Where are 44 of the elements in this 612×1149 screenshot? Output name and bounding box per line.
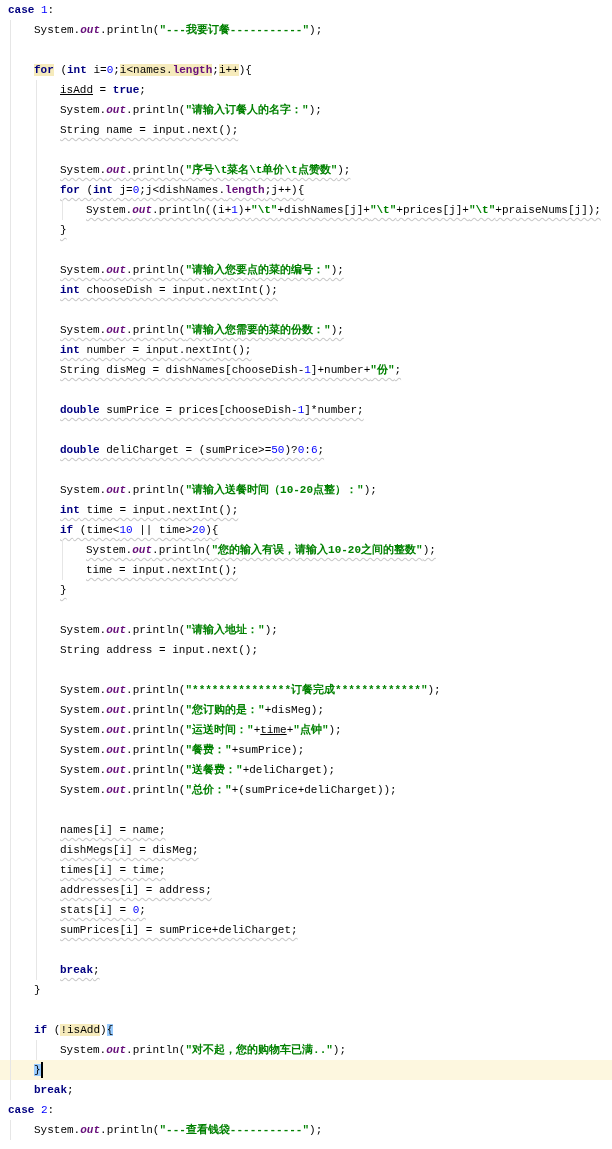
code-line: }	[60, 583, 67, 598]
code-line: System.out.println("送餐费："+deliCharget);	[60, 762, 336, 778]
code-line: System.out.println("餐费："+sumPrice);	[60, 742, 305, 758]
code-line: for (int j=0;j<dishNames.length;j++){	[60, 183, 305, 198]
code-line: System.out.println("请输入您需要的菜的份数：");	[60, 322, 344, 338]
code-line: System.out.println("请输入地址：");	[60, 622, 278, 638]
code-line: time = input.nextInt();	[86, 563, 238, 578]
code-line: System.out.println("对不起，您的购物车已满..");	[60, 1042, 347, 1058]
code-line: int time = input.nextInt();	[60, 503, 239, 518]
code-line: System.out.println("请输入送餐时间（10-20点整）：");	[60, 482, 377, 498]
code-line: names[i] = name;	[60, 823, 166, 838]
code-line: if (time<10 || time>20){	[60, 523, 219, 538]
code-line: case 2:	[8, 1103, 55, 1118]
code-line: case 1:	[8, 3, 55, 18]
code-line: times[i] = time;	[60, 863, 166, 878]
code-line: }	[34, 983, 41, 998]
code-line: dishMegs[i] = disMeg;	[60, 843, 199, 858]
code-line: System.out.println("---我要订餐-----------");	[34, 22, 323, 38]
code-line: sumPrices[i] = sumPrice+deliCharget;	[60, 923, 298, 938]
code-line: System.out.println("---查看钱袋-----------");	[34, 1122, 323, 1138]
code-line: }	[60, 223, 67, 238]
code-line: System.out.println("您的输入有误，请输入10-20之间的整数");	[86, 542, 436, 558]
code-line: int chooseDish = input.nextInt();	[60, 283, 278, 298]
code-line: break;	[34, 1083, 74, 1098]
code-line: System.out.println("您订购的是："+disMeg);	[60, 703, 325, 718]
code-line: isAdd = true;	[60, 83, 146, 98]
code-line: String address = input.next();	[60, 643, 259, 658]
code-line: System.out.println("请输入您要点的菜的编号：");	[60, 262, 344, 278]
code-line: System.out.println((i+1)+"\t"+dishNames[j]+"\t"+prices[j]+"\t"+praiseNums[j]);	[86, 203, 601, 218]
code-line: double sumPrice = prices[chooseDish-1]*number;	[60, 403, 364, 418]
code-line: System.out.println("运送时间："+time+"点钟");	[60, 722, 342, 738]
code-line: addresses[i] = address;	[60, 883, 212, 898]
code-line: if (!isAdd){	[34, 1023, 114, 1038]
code-line: System.out.println("总价："+(sumPrice+deliCharget));	[60, 782, 397, 798]
code-line: for (int i=0;i<names.length;i++){	[34, 63, 252, 78]
code-line: String name = input.next();	[60, 123, 239, 138]
code-line: System.out.println("***************订餐完成*************");	[60, 682, 441, 698]
code-line: System.out.println("请输入订餐人的名字：");	[60, 102, 322, 118]
code-line: break;	[60, 963, 100, 978]
code-line: stats[i] = 0;	[60, 903, 146, 918]
code-line: double deliCharget = (sumPrice>=50)?0:6;	[60, 443, 325, 458]
code-line: System.out.println("序号\t菜名\t单价\t点赞数");	[60, 162, 351, 178]
code-line: int number = input.nextInt();	[60, 343, 252, 358]
code-line: String disMeg = dishNames[chooseDish-1]+number+"份";	[60, 363, 402, 378]
